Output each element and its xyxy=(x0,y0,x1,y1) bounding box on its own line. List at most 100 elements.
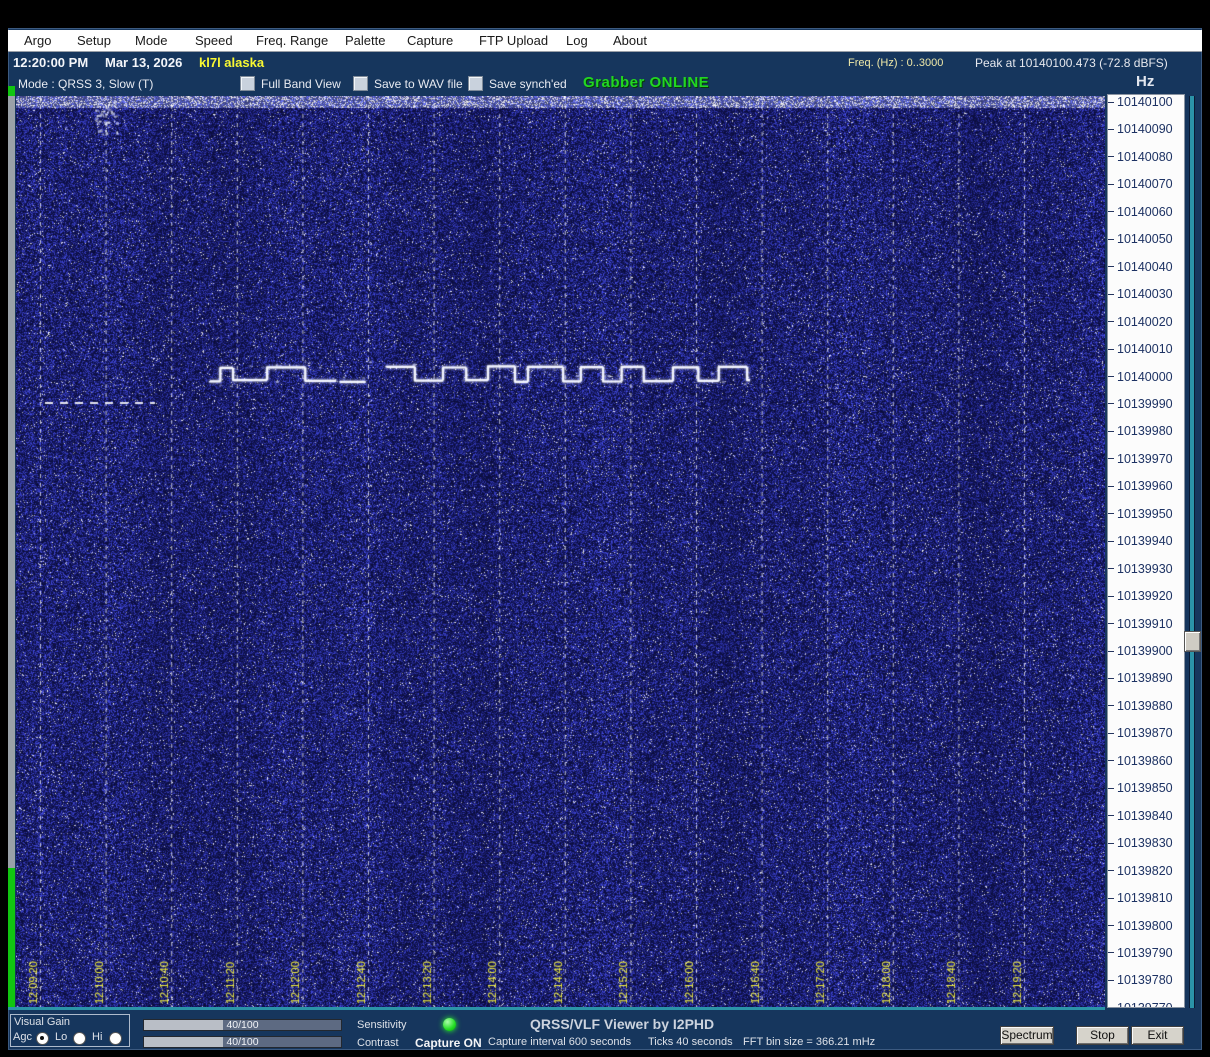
freq-tick-label: 10140050 xyxy=(1117,232,1173,247)
button-spectrum[interactable]: Spectrum xyxy=(1000,1026,1054,1045)
radio-label-lo: Lo xyxy=(55,1031,68,1043)
checkbox-save-synch-ed[interactable] xyxy=(468,76,483,91)
freq-tick-label: 10140030 xyxy=(1117,287,1173,302)
freq-tick-label: 10139910 xyxy=(1117,616,1173,631)
freq-tick-row: 10139970 xyxy=(1108,451,1173,467)
freq-tick-mark xyxy=(1108,513,1114,515)
freq-tick-mark xyxy=(1108,1007,1114,1008)
freq-tick-mark xyxy=(1108,815,1114,817)
menu-item-freq-range[interactable]: Freq. Range xyxy=(256,33,328,48)
freq-tick-mark xyxy=(1108,485,1114,487)
freq-tick-label: 10139890 xyxy=(1117,671,1173,686)
freq-tick-row: 10140040 xyxy=(1108,259,1173,275)
freq-tick-mark xyxy=(1108,101,1114,103)
freq-tick-row: 10140100 xyxy=(1108,95,1173,110)
menu-item-log[interactable]: Log xyxy=(566,33,588,48)
menu-item-setup[interactable]: Setup xyxy=(77,33,111,48)
freq-tick-row: 10139860 xyxy=(1108,753,1173,769)
menu-item-mode[interactable]: Mode xyxy=(135,33,168,48)
freq-tick-row: 10140060 xyxy=(1108,204,1173,220)
frequency-offset-thumb[interactable] xyxy=(1184,631,1201,652)
mode-status-label: Mode : QRSS 3, Slow (T) xyxy=(18,77,154,91)
freq-tick-label: 10139980 xyxy=(1117,424,1173,439)
freq-range-readout: Freq. (Hz) : 0..3000 xyxy=(848,57,944,69)
radio-lo[interactable] xyxy=(73,1032,86,1045)
freq-tick-mark xyxy=(1108,540,1114,542)
checkbox-label-full-band-view: Full Band View xyxy=(261,76,341,91)
freq-tick-label: 10140100 xyxy=(1117,95,1173,109)
freq-tick-row: 10139810 xyxy=(1108,890,1173,906)
freq-tick-row: 10140030 xyxy=(1108,286,1173,302)
freq-tick-mark xyxy=(1108,925,1114,926)
freq-tick-row: 10139850 xyxy=(1108,780,1173,796)
freq-tick-label: 10140060 xyxy=(1117,204,1173,219)
menu-item-about[interactable]: About xyxy=(613,33,647,48)
button-exit[interactable]: Exit xyxy=(1131,1026,1184,1045)
freq-tick-mark xyxy=(1108,293,1114,295)
freq-tick-row: 10140090 xyxy=(1108,121,1173,137)
button-stop[interactable]: Stop xyxy=(1076,1026,1129,1045)
checkbox-group-save-synch-ed: Save synch'ed xyxy=(468,76,567,91)
freq-tick-label: 10139830 xyxy=(1117,836,1173,851)
freq-tick-row: 10139950 xyxy=(1108,506,1173,522)
checkbox-label-save-synch-ed: Save synch'ed xyxy=(489,76,567,91)
freq-tick-row: 10140070 xyxy=(1108,176,1173,192)
freq-tick-row: 10140010 xyxy=(1108,341,1173,357)
freq-tick-mark xyxy=(1108,568,1114,570)
radio-label-agc: Agc xyxy=(13,1031,32,1043)
freq-tick-label: 10139970 xyxy=(1117,451,1173,466)
menu-item-speed[interactable]: Speed xyxy=(195,33,233,48)
capture-status: Capture ON xyxy=(415,1036,482,1050)
freq-tick-row: 10140020 xyxy=(1108,314,1173,330)
menu-item-ftp-upload[interactable]: FTP Upload xyxy=(479,33,548,48)
freq-tick-label: 10139850 xyxy=(1117,781,1173,796)
freq-tick-mark xyxy=(1108,842,1114,844)
freq-tick-mark xyxy=(1108,760,1114,762)
freq-tick-mark xyxy=(1108,403,1114,405)
freq-tick-row: 10139780 xyxy=(1108,972,1173,988)
freq-tick-label: 10139790 xyxy=(1117,945,1173,960)
checkbox-group-save-to-wav-file: Save to WAV file xyxy=(353,76,463,91)
grabber-status: Grabber ONLINE xyxy=(583,74,710,91)
freq-tick-mark xyxy=(1108,183,1114,185)
freq-tick-label: 10139900 xyxy=(1117,644,1173,658)
freq-tick-label: 10139780 xyxy=(1117,973,1173,988)
freq-tick-mark xyxy=(1108,979,1114,981)
freq-tick-label: 10140000 xyxy=(1117,369,1173,384)
contrast-slider[interactable]: 40/100 xyxy=(143,1036,342,1048)
freq-tick-row: 10140080 xyxy=(1108,149,1173,165)
capture-led-indicator xyxy=(443,1018,456,1031)
freq-tick-label: 10140040 xyxy=(1117,259,1173,274)
freq-tick-label: 10140080 xyxy=(1117,149,1173,164)
menu-item-palette[interactable]: Palette xyxy=(345,33,385,48)
argo-application-window: Argo Setup Mode Speed Freq. Range Palette Capt… xyxy=(0,0,1210,1057)
contrast-slider-value: 40/100 xyxy=(226,1036,259,1048)
freq-tick-mark xyxy=(1108,211,1114,213)
clock-readout: 12:20:00 PM xyxy=(13,55,89,70)
capture-progress-elapsed xyxy=(8,868,15,1008)
freq-tick-row: 10139880 xyxy=(1108,698,1173,714)
menu-item-argo[interactable]: Argo xyxy=(24,33,51,48)
freq-tick-row: 10139960 xyxy=(1108,478,1173,494)
checkbox-group-full-band-view: Full Band View xyxy=(240,76,341,91)
radio-hi[interactable] xyxy=(109,1032,122,1045)
radio-agc[interactable] xyxy=(36,1032,49,1045)
sensitivity-slider-value: 40/100 xyxy=(226,1019,259,1031)
freq-tick-mark xyxy=(1108,705,1114,707)
freq-tick-mark xyxy=(1108,156,1114,158)
freq-tick-label: 10139950 xyxy=(1117,506,1173,521)
freq-tick-row: 10139930 xyxy=(1108,561,1173,577)
checkbox-save-to-wav-file[interactable] xyxy=(353,76,368,91)
freq-tick-row: 10139980 xyxy=(1108,423,1173,439)
freq-tick-label: 10140070 xyxy=(1117,177,1173,192)
sensitivity-slider[interactable]: 40/100 xyxy=(143,1019,342,1031)
freq-tick-row: 10139890 xyxy=(1108,670,1173,686)
menu-item-capture[interactable]: Capture xyxy=(407,33,453,48)
checkbox-full-band-view[interactable] xyxy=(240,76,255,91)
hz-unit-label: Hz xyxy=(1136,73,1155,90)
freq-tick-row: 10139790 xyxy=(1108,945,1173,961)
capture-progress-top-marker xyxy=(8,86,15,96)
freq-tick-row: 10140000 xyxy=(1108,369,1173,385)
callsign-label: kl7l alaska xyxy=(199,55,265,70)
freq-tick-mark xyxy=(1108,595,1114,597)
